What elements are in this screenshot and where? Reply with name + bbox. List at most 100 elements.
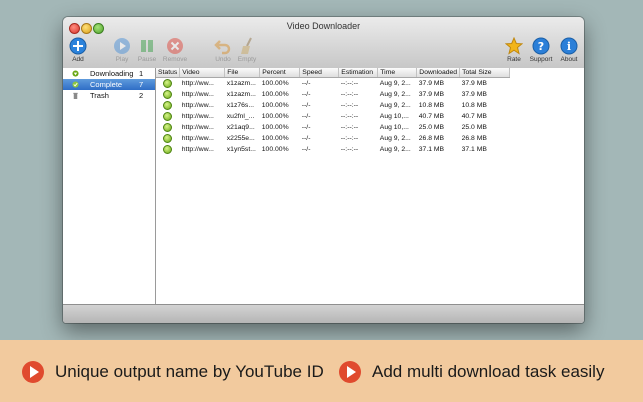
undo-icon — [214, 37, 232, 55]
table-cell: 37.1 MB — [461, 146, 487, 153]
table-cell: http://ww... — [181, 113, 214, 120]
undo-button[interactable]: Undo — [210, 37, 236, 63]
add-label: Add — [72, 56, 84, 63]
pause-icon — [138, 37, 156, 55]
table-cell: x1z76s... — [226, 102, 254, 109]
table-cell: --/- — [301, 135, 311, 142]
column-header[interactable]: Speed — [299, 68, 340, 78]
table-cell: 10.8 MB — [418, 102, 445, 109]
add-button[interactable]: Add — [65, 37, 91, 63]
table-cell: xu2fnl_... — [226, 113, 255, 120]
column-header[interactable]: Time — [377, 68, 418, 78]
sidebar: Downloading 1 Complete 7 Trash 2 — [63, 68, 156, 305]
table-cell: 100.00% — [261, 80, 289, 87]
empty-button[interactable]: Empty — [234, 37, 260, 63]
app-window: Video Downloader Add Play Pause Remove U… — [63, 17, 584, 323]
table-cell: --:--:-- — [340, 113, 359, 120]
remove-icon — [166, 37, 184, 55]
pause-label: Pause — [137, 56, 157, 63]
table-cell: x1zazm... — [226, 80, 256, 87]
table-cell: --:--:-- — [340, 146, 359, 153]
svg-text:?: ? — [538, 40, 544, 53]
table-cell: 37.9 MB — [418, 91, 445, 98]
play-circle-icon — [22, 361, 44, 383]
info-icon: i — [560, 37, 578, 55]
table-cell: 40.7 MB — [461, 113, 487, 120]
table-header: Status Video File Percent Speed Estimation Tim… — [156, 68, 511, 78]
column-header[interactable]: Video — [179, 68, 226, 78]
star-icon — [504, 36, 524, 55]
plus-icon — [69, 37, 87, 55]
table-cell: 37.1 MB — [418, 146, 445, 153]
table-cell: 100.00% — [261, 113, 289, 120]
remove-label: Remove — [162, 56, 188, 63]
play-circle-icon — [339, 361, 361, 383]
table-row[interactable]: http://ww... x1zazm... 100.00% --/- --:--:--… — [156, 89, 510, 100]
table-body: http://ww... x1zazm... 100.00% --/- --:--:--… — [156, 78, 510, 156]
column-header[interactable]: File — [224, 68, 261, 78]
rate-label: Rate — [507, 56, 521, 63]
table-cell: 10.8 MB — [461, 102, 487, 109]
column-header[interactable]: Status — [156, 68, 181, 78]
about-button[interactable]: i About — [556, 37, 582, 63]
sidebar-item-complete[interactable]: Complete 7 — [63, 79, 155, 90]
table-row[interactable]: http://ww... x2255e... 100.00% --/- --:--:--… — [156, 133, 510, 144]
sidebar-item-count: 2 — [139, 91, 144, 100]
table-cell: x1yn5st... — [226, 146, 256, 153]
table-cell: 100.00% — [261, 91, 289, 98]
undo-label: Undo — [215, 56, 231, 63]
sidebar-item-count: 1 — [139, 69, 144, 78]
complete-status-icon — [163, 101, 172, 110]
table-row[interactable]: http://ww... x1zazm... 100.00% --/- --:--:--… — [156, 78, 510, 90]
help-icon: ? — [532, 37, 550, 55]
complete-status-icon — [163, 90, 172, 99]
sidebar-item-trash[interactable]: Trash 2 — [63, 90, 155, 101]
table-cell: x2255e... — [226, 135, 255, 142]
table-cell: --/- — [301, 124, 311, 131]
table-cell: http://ww... — [181, 135, 214, 142]
status-cell — [156, 144, 180, 155]
play-button[interactable]: Play — [109, 37, 135, 63]
table-cell: --/- — [301, 113, 311, 120]
table-row[interactable]: http://ww... xu2fnl_... 100.00% --/- --:--:-… — [156, 111, 510, 122]
table-cell: --/- — [301, 80, 311, 87]
table-cell: Aug 9, 2... — [379, 135, 411, 142]
download-list: Status Video File Percent Speed Estimation Tim… — [156, 68, 584, 305]
table-cell: Aug 9, 2... — [379, 102, 411, 109]
table-cell: Aug 9, 2... — [379, 80, 411, 87]
sidebar-item-downloading[interactable]: Downloading 1 — [63, 68, 155, 79]
column-header[interactable]: Estimation — [338, 68, 379, 78]
table-cell: 40.7 MB — [418, 113, 445, 120]
table-row[interactable]: http://ww... x1z76s... 100.00% --/- --:--:--… — [156, 100, 510, 111]
table-cell: 100.00% — [261, 146, 289, 153]
table-cell: --:--:-- — [340, 135, 359, 142]
table-cell: 37.9 MB — [461, 80, 487, 87]
column-header[interactable]: Total Size — [459, 68, 511, 78]
promo-band: Unique output name by YouTube ID Add mul… — [0, 340, 643, 402]
rate-button[interactable]: Rate — [501, 36, 527, 63]
promo-text-left: Unique output name by YouTube ID — [55, 362, 324, 381]
table-cell: 37.9 MB — [461, 91, 487, 98]
sidebar-item-label: Complete — [90, 80, 123, 89]
pause-button[interactable]: Pause — [134, 37, 160, 63]
table-cell: Aug 9, 2... — [379, 91, 411, 98]
promo-text-right: Add multi download task easily — [372, 362, 605, 381]
remove-button[interactable]: Remove — [162, 37, 188, 63]
table-cell: x21aq9... — [226, 124, 255, 131]
table-row[interactable]: http://ww... x1yn5st... 100.00% --/- --:--:-… — [156, 144, 510, 155]
table-cell: 100.00% — [261, 102, 289, 109]
table-cell: 100.00% — [261, 124, 289, 131]
complete-status-icon — [163, 112, 172, 121]
complete-status-icon — [163, 79, 172, 88]
table-cell: --/- — [301, 146, 311, 153]
status-cell — [156, 78, 180, 90]
status-cell — [156, 133, 180, 144]
column-header[interactable]: Downloaded — [416, 68, 461, 78]
table-row[interactable]: http://ww... x21aq9... 100.00% --/- --:--:--… — [156, 122, 510, 133]
table-cell: http://ww... — [181, 91, 214, 98]
support-button[interactable]: ? Support — [528, 37, 554, 63]
about-label: About — [560, 56, 578, 63]
column-header[interactable]: Percent — [259, 68, 301, 78]
toolbar: Video Downloader Add Play Pause Remove U… — [63, 17, 584, 69]
sidebar-item-count: 7 — [139, 80, 144, 89]
